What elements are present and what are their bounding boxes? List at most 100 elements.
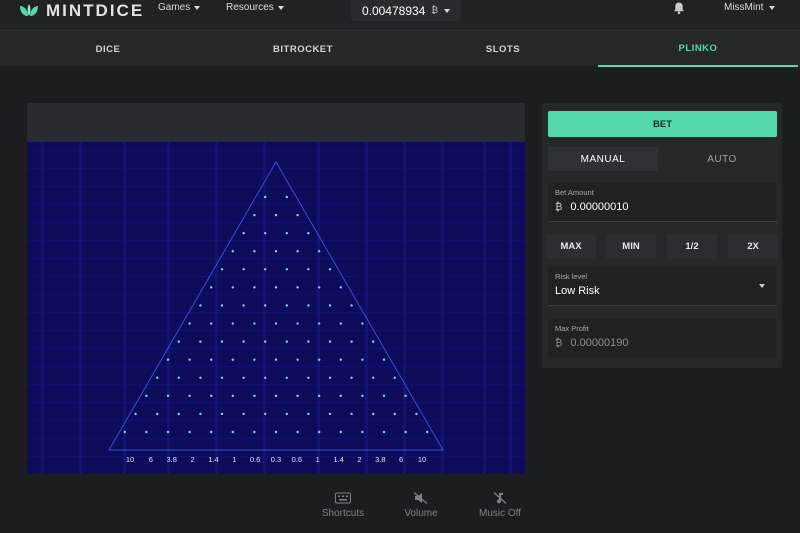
field-underline bbox=[548, 221, 777, 222]
plinko-peg bbox=[253, 430, 256, 434]
nav-games-label: Games bbox=[158, 2, 191, 13]
plinko-peg bbox=[231, 394, 234, 398]
plinko-peg bbox=[166, 394, 170, 398]
plinko-peg bbox=[382, 394, 386, 398]
background-stripe bbox=[365, 142, 368, 474]
plinko-peg bbox=[285, 340, 288, 343]
bet-amount-field[interactable]: Bet Amount ₿ 0.00000010 bbox=[548, 183, 777, 222]
plinko-peg bbox=[307, 412, 310, 416]
plinko-peg bbox=[210, 430, 213, 434]
plinko-peg bbox=[231, 322, 234, 325]
plinko-peg bbox=[307, 340, 310, 343]
tab-plinko[interactable]: PLINKO bbox=[598, 31, 798, 67]
plinko-peg bbox=[166, 358, 170, 361]
logo-text: MINTDICE bbox=[46, 1, 145, 20]
volume-muted-icon bbox=[413, 492, 428, 504]
plinko-peg bbox=[188, 394, 191, 398]
risk-level-value-wrap: Low Risk bbox=[555, 285, 600, 297]
multiplier-slot: 10 bbox=[417, 455, 427, 464]
user-menu[interactable]: MissMint bbox=[724, 2, 776, 13]
min-button[interactable]: MIN bbox=[606, 234, 656, 259]
background-line bbox=[27, 330, 525, 331]
plinko-peg bbox=[242, 340, 245, 343]
plinko-peg bbox=[372, 376, 375, 379]
max-profit-label: Max Profit bbox=[555, 324, 589, 333]
balance-selector[interactable]: 0.00478934 ₿ bbox=[351, 0, 461, 21]
bitcoin-icon: ₿ bbox=[555, 337, 563, 349]
keyboard-icon bbox=[335, 492, 351, 504]
background-stripe bbox=[167, 142, 170, 474]
mode-auto-tab[interactable]: AUTO bbox=[667, 147, 777, 171]
bell-icon[interactable] bbox=[672, 1, 686, 15]
plinko-peg bbox=[253, 358, 256, 361]
background-line bbox=[27, 168, 525, 169]
plinko-peg bbox=[339, 358, 342, 361]
nav-games[interactable]: Games bbox=[158, 2, 201, 13]
tab-dice[interactable]: DICE bbox=[8, 31, 208, 67]
volume-button[interactable]: Volume bbox=[386, 492, 456, 519]
plinko-board-graphic bbox=[27, 142, 525, 474]
bitcoin-icon: ₿ bbox=[431, 6, 439, 16]
plinko-peg bbox=[264, 376, 267, 379]
plinko-peg bbox=[296, 394, 299, 398]
risk-level-select[interactable]: Risk level Low Risk bbox=[548, 267, 777, 306]
plinko-peg bbox=[210, 322, 213, 325]
nav-resources[interactable]: Resources bbox=[226, 2, 284, 13]
plinko-peg bbox=[307, 304, 310, 307]
max-profit-field: Max Profit ₿ 0.00000190 bbox=[548, 319, 777, 357]
plinko-peg bbox=[134, 412, 137, 416]
volume-label: Volume bbox=[404, 508, 438, 519]
shortcuts-label: Shortcuts bbox=[321, 508, 365, 519]
double-button[interactable]: 2X bbox=[728, 234, 778, 259]
plinko-peg bbox=[145, 430, 148, 434]
plinko-peg bbox=[242, 412, 245, 416]
plinko-peg bbox=[264, 231, 267, 235]
balance-value: 0.00478934 bbox=[361, 3, 426, 18]
plinko-peg bbox=[264, 268, 267, 271]
plinko-peg bbox=[199, 340, 202, 343]
bet-button[interactable]: BET bbox=[548, 111, 777, 137]
logo[interactable]: MINTDICE bbox=[18, 1, 144, 21]
plinko-peg bbox=[220, 340, 224, 343]
bet-amount-value-wrap: ₿ 0.00000010 bbox=[555, 201, 629, 213]
plinko-peg bbox=[350, 376, 353, 379]
plinko-peg bbox=[415, 412, 418, 416]
mode-manual-tab[interactable]: MANUAL bbox=[548, 147, 658, 171]
board-header bbox=[27, 103, 525, 142]
plinko-peg bbox=[220, 268, 224, 271]
background-stripe bbox=[79, 142, 82, 474]
plinko-peg bbox=[264, 340, 267, 343]
plinko-peg bbox=[328, 304, 332, 307]
background-line bbox=[27, 294, 525, 295]
field-underline bbox=[548, 305, 777, 306]
plinko-peg bbox=[199, 376, 202, 379]
plinko-peg bbox=[361, 358, 364, 361]
tab-slots[interactable]: SLOTS bbox=[403, 31, 603, 67]
background-stripe bbox=[41, 142, 44, 474]
shortcuts-button[interactable]: Shortcuts bbox=[308, 492, 378, 519]
plinko-peg bbox=[350, 412, 353, 416]
plinko-peg bbox=[318, 250, 321, 253]
background-stripe bbox=[441, 142, 444, 474]
background-line bbox=[27, 420, 525, 421]
plinko-peg bbox=[339, 322, 342, 325]
plinko-peg bbox=[328, 376, 332, 379]
plinko-peg bbox=[231, 358, 234, 361]
plinko-peg bbox=[404, 394, 407, 398]
half-button[interactable]: 1/2 bbox=[667, 234, 717, 259]
plinko-peg bbox=[285, 412, 288, 416]
plinko-board: 10 6 3.8 2 1.4 1 0.6 0.3 0.6 1 1.4 2 3.8 6 10 bbox=[27, 142, 525, 474]
background-line bbox=[27, 186, 525, 187]
plinko-peg bbox=[274, 394, 278, 398]
plinko-peg bbox=[285, 268, 288, 271]
plinko-peg bbox=[328, 412, 332, 416]
caret-down-icon bbox=[769, 6, 776, 10]
plinko-peg bbox=[372, 412, 375, 416]
music-off-label: Music Off bbox=[478, 508, 522, 519]
music-off-button[interactable]: Music Off bbox=[465, 492, 535, 519]
max-button[interactable]: MAX bbox=[546, 234, 596, 259]
plinko-triangle bbox=[108, 161, 444, 451]
tab-bitrocket[interactable]: BITROCKET bbox=[203, 31, 403, 67]
plinko-peg bbox=[123, 430, 127, 434]
plinko-peg bbox=[382, 430, 386, 434]
